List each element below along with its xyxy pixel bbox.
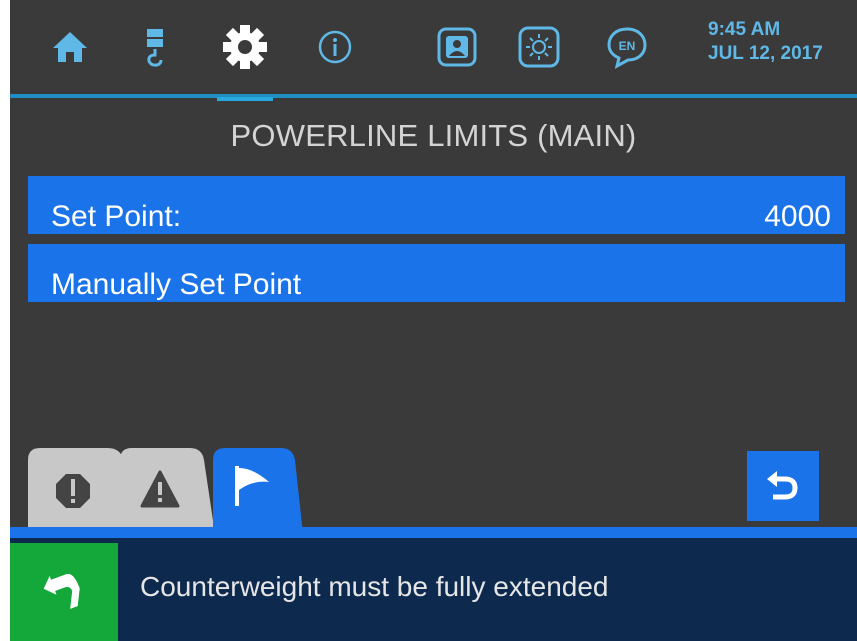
top-nav-bar: EN 9:45 AM JUL 12, 2017 xyxy=(10,0,857,101)
set-point-label: Set Point: xyxy=(51,200,182,233)
operator-icon[interactable] xyxy=(435,22,479,72)
tab-warnings[interactable] xyxy=(120,448,215,534)
error-icon xyxy=(56,474,90,508)
info-icon[interactable] xyxy=(315,22,355,72)
gear-icon[interactable] xyxy=(220,22,270,72)
back-arrow-icon xyxy=(767,471,798,500)
clock-time: 9:45 AM xyxy=(708,19,781,40)
language-icon[interactable]: EN xyxy=(604,22,650,72)
page-title: POWERLINE LIMITS (MAIN) xyxy=(230,118,637,153)
set-point-value: 4000 xyxy=(764,200,831,233)
clock: 9:45 AM JUL 12, 2017 xyxy=(708,18,823,66)
turn-arrow-icon xyxy=(43,573,80,609)
language-badge: EN xyxy=(619,39,636,53)
crane-hook-icon[interactable] xyxy=(140,22,170,72)
manually-set-point-label: Manually Set Point xyxy=(51,268,302,301)
screen: EN 9:45 AM JUL 12, 2017 POWERLINE LIMITS… xyxy=(10,0,857,641)
tab-flags[interactable] xyxy=(213,448,313,534)
back-button[interactable] xyxy=(747,451,819,521)
status-indicator xyxy=(10,543,118,641)
status-message: Counterweight must be fully extended xyxy=(140,571,609,602)
home-icon[interactable] xyxy=(50,22,90,72)
clock-date: JUL 12, 2017 xyxy=(708,43,823,64)
set-point-row[interactable]: Set Point: 4000 xyxy=(28,176,845,234)
active-tab-indicator xyxy=(217,97,273,101)
tab-bar-divider xyxy=(10,527,857,538)
status-bar: Counterweight must be fully extended xyxy=(10,538,857,641)
top-nav-divider xyxy=(10,94,857,98)
manually-set-point-row[interactable]: Manually Set Point xyxy=(28,244,845,302)
brightness-icon[interactable] xyxy=(516,22,562,72)
